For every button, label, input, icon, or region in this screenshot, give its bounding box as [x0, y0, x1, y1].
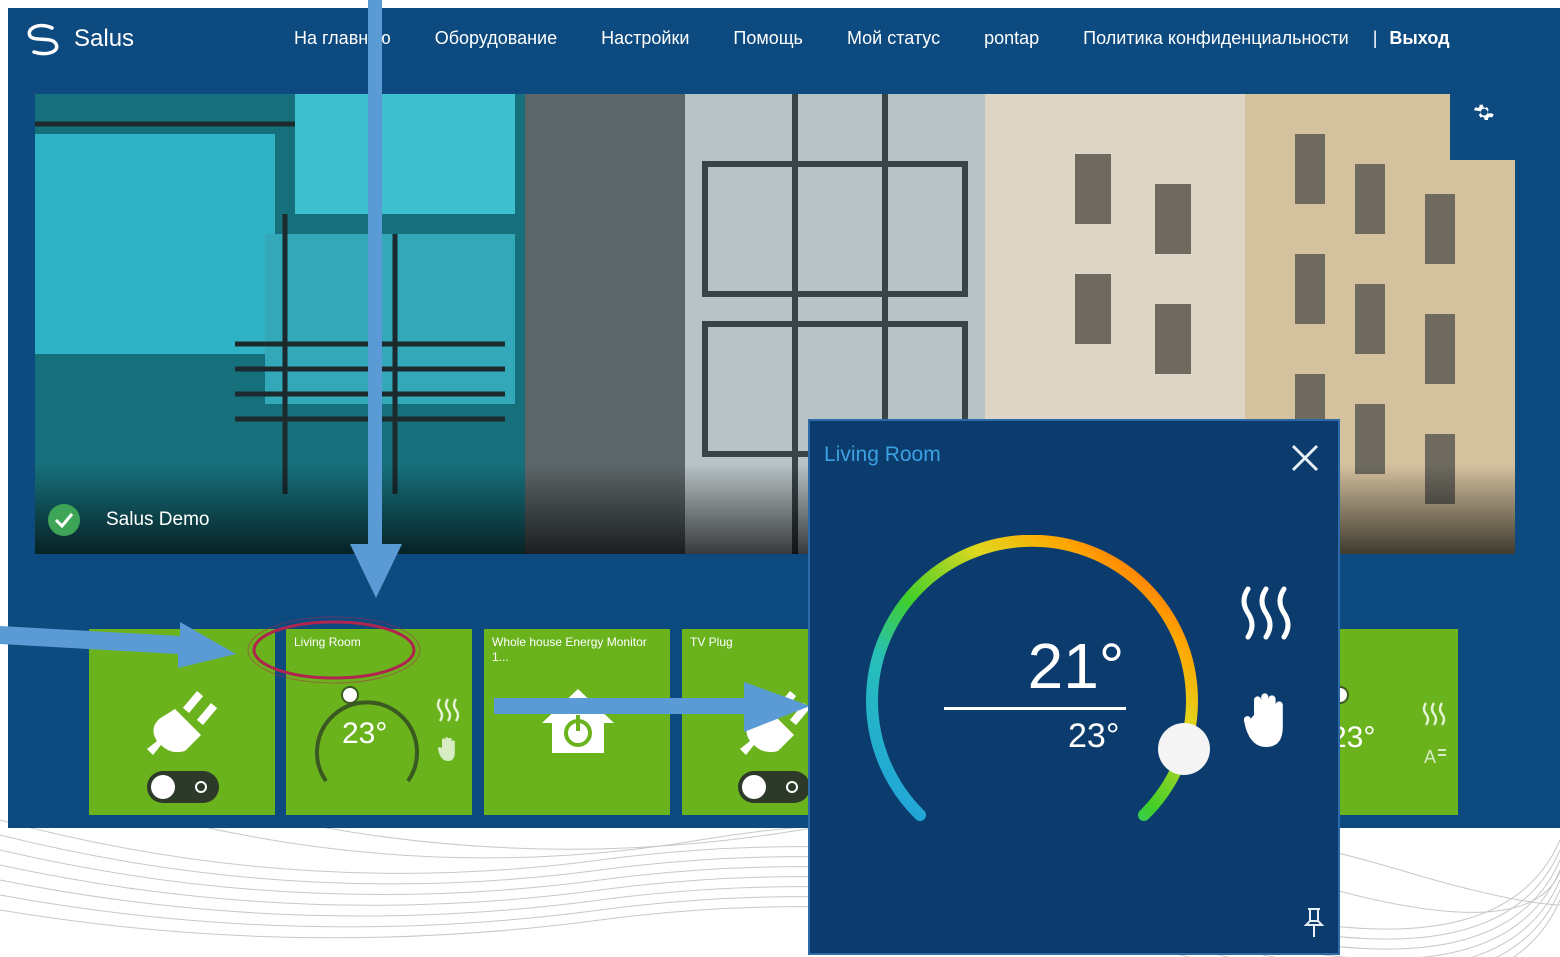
annotation-arrow-right-tiles: [0, 622, 236, 668]
current-temperature: 23°: [1068, 717, 1120, 755]
manual-hand-icon: [438, 737, 455, 761]
salus-logo-icon: [27, 23, 59, 56]
annotation-arrow-right-popup: [494, 682, 810, 732]
check-circle-icon: [48, 504, 80, 536]
pin-icon[interactable]: [1304, 907, 1324, 939]
tile-temperature: 23°: [342, 717, 388, 750]
target-temperature: 21°: [1027, 630, 1125, 702]
toggle-off-indicator: [195, 781, 207, 793]
logout-link[interactable]: Выход: [1389, 28, 1449, 49]
annotation-highlight-circle: [247, 616, 421, 684]
plug-power-toggle[interactable]: [147, 771, 219, 803]
popup-title: Living Room: [824, 443, 941, 466]
svg-text:A: A: [1424, 747, 1436, 765]
banner-settings-tab[interactable]: [1450, 94, 1516, 160]
main-nav: На главную Оборудование Настройки Помощь…: [294, 28, 1494, 49]
nav-item-privacy[interactable]: Политика конфиденциальности: [1083, 28, 1349, 49]
plug-icon: [147, 691, 218, 755]
toggle-off-indicator: [786, 781, 798, 793]
thermostat-detail-popup[interactable]: Living Room 21° 23°: [808, 419, 1340, 955]
plug-power-toggle[interactable]: [738, 771, 810, 803]
nav-separator: |: [1372, 28, 1378, 48]
auto-schedule-icon: A: [1424, 747, 1446, 765]
close-icon[interactable]: [1290, 443, 1320, 473]
heating-icon: [1422, 702, 1446, 726]
top-navigation-bar: Salus На главную Оборудование Настройки …: [8, 8, 1560, 72]
tile-title: Whole house Energy Monitor 1...: [492, 635, 647, 664]
heating-icon[interactable]: [1238, 585, 1294, 641]
nav-item-settings[interactable]: Настройки: [601, 28, 689, 49]
manual-hand-icon[interactable]: [1244, 693, 1290, 749]
brand-name: Salus: [74, 25, 135, 52]
nav-item-help[interactable]: Помощь: [733, 28, 803, 49]
brand-logo[interactable]: Salus: [22, 22, 134, 56]
nav-item-my-status[interactable]: Мой статус: [847, 28, 940, 49]
annotation-arrow-down: [350, 0, 402, 598]
nav-item-user[interactable]: pontap: [984, 28, 1039, 49]
toggle-knob: [742, 775, 766, 799]
nav-item-equipment[interactable]: Оборудование: [435, 28, 557, 49]
heating-icon: [436, 698, 460, 722]
gear-icon: [1473, 104, 1494, 121]
installation-status[interactable]: Salus Demo: [48, 504, 210, 536]
temperature-divider: [944, 707, 1126, 710]
toggle-knob: [151, 775, 175, 799]
installation-name: Salus Demo: [106, 509, 210, 530]
